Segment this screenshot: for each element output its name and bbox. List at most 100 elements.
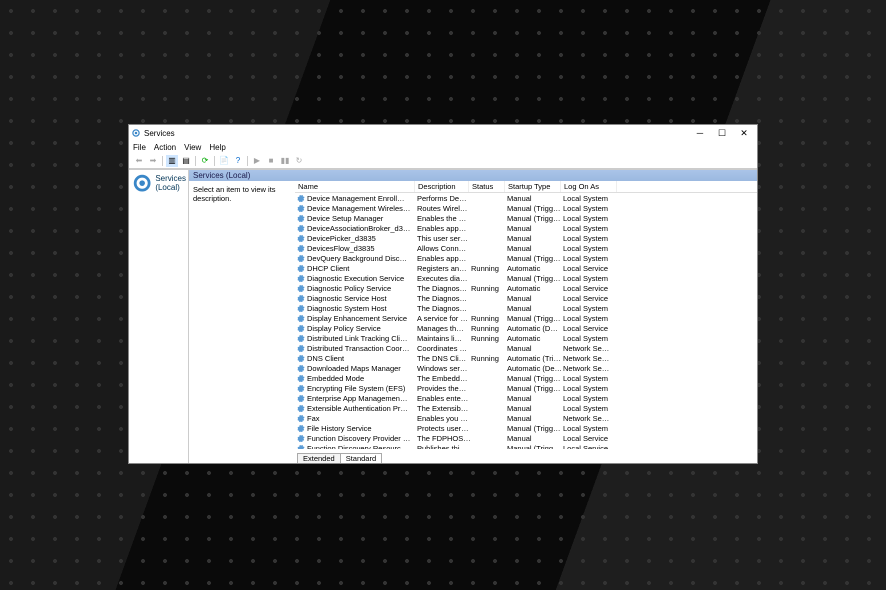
show-hide-tree-button[interactable]: ▥	[166, 155, 178, 167]
service-description: Manages th…	[417, 324, 471, 333]
service-logon: Network Se…	[563, 354, 619, 363]
service-startup: Manual (Trigg…	[507, 254, 563, 263]
service-name: File History Service	[307, 424, 417, 433]
service-logon: Local System	[563, 274, 619, 283]
service-description: Maintains li…	[417, 334, 471, 343]
service-row[interactable]: Device Management Enroll…Performs De…Man…	[295, 193, 757, 203]
service-description: The Diagnos…	[417, 294, 471, 303]
service-startup: Manual (Trigg…	[507, 384, 563, 393]
refresh-button[interactable]: ⟳	[199, 155, 211, 167]
menu-action[interactable]: Action	[154, 143, 176, 152]
toolbar-separator	[162, 156, 163, 166]
service-description: Performs De…	[417, 194, 471, 203]
service-logon: Local Service	[563, 284, 619, 293]
properties-button[interactable]: ▤	[180, 155, 192, 167]
service-row[interactable]: Device Setup ManagerEnables the …Manual …	[295, 213, 757, 223]
gear-icon	[297, 334, 305, 342]
tab-extended[interactable]: Extended	[297, 453, 341, 463]
service-row[interactable]: DHCP ClientRegisters an…RunningAutomatic…	[295, 263, 757, 273]
service-description: The Diagnos…	[417, 284, 471, 293]
gear-icon	[297, 234, 305, 242]
service-startup: Automatic	[507, 264, 563, 273]
service-row[interactable]: Device Management Wireles…Routes Wirel… M…	[295, 203, 757, 213]
service-row[interactable]: Distributed Link Tracking Cli…Maintains …	[295, 333, 757, 343]
service-row[interactable]: Function Discovery Provider …The FDPHOS……	[295, 433, 757, 443]
service-logon: Local System	[563, 394, 619, 403]
gear-icon	[297, 314, 305, 322]
back-button: ⬅	[133, 155, 145, 167]
service-name: Downloaded Maps Manager	[307, 364, 417, 373]
service-row[interactable]: FaxEnables you …ManualNetwork Se…	[295, 413, 757, 423]
tree-root[interactable]: Services (Local)	[131, 172, 186, 194]
gear-icon	[297, 274, 305, 282]
start-service-button: ▶	[251, 155, 263, 167]
service-description: The Embedd…	[417, 374, 471, 383]
service-row[interactable]: Diagnostic Service HostThe Diagnos…Manua…	[295, 293, 757, 303]
service-row[interactable]: Diagnostic Policy ServiceThe Diagnos…Run…	[295, 283, 757, 293]
service-name: Fax	[307, 414, 417, 423]
service-row[interactable]: Diagnostic System HostThe Diagnos…Manual…	[295, 303, 757, 313]
service-status: Running	[471, 334, 507, 343]
menu-file[interactable]: File	[133, 143, 146, 152]
service-startup: Manual (Trigg…	[507, 204, 563, 213]
service-logon: Local System	[563, 424, 619, 433]
service-startup: Manual	[507, 404, 563, 413]
service-row[interactable]: Downloaded Maps ManagerWindows ser…Autom…	[295, 363, 757, 373]
gear-icon	[297, 294, 305, 302]
service-logon: Local Service	[563, 294, 619, 303]
gear-icon	[297, 404, 305, 412]
service-row[interactable]: DevQuery Background Disc…Enables app…Man…	[295, 253, 757, 263]
services-icon	[131, 128, 141, 138]
service-row[interactable]: DevicePicker_d3835This user ser…ManualLo…	[295, 233, 757, 243]
service-name: Display Policy Service	[307, 324, 417, 333]
service-startup: Automatic	[507, 284, 563, 293]
service-row[interactable]: Diagnostic Execution ServiceExecutes dia…	[295, 273, 757, 283]
service-startup: Manual	[507, 244, 563, 253]
export-button[interactable]: 📄	[218, 155, 230, 167]
service-startup: Manual (Trigg…	[507, 214, 563, 223]
help-button[interactable]: ?	[232, 155, 244, 167]
service-row[interactable]: DevicesFlow_d3835Allows Conn…ManualLocal…	[295, 243, 757, 253]
service-row[interactable]: Distributed Transaction Coor…Coordinates…	[295, 343, 757, 353]
service-description: Routes Wirel…	[417, 204, 471, 213]
col-name[interactable]: Name	[295, 181, 415, 192]
service-name: Embedded Mode	[307, 374, 417, 383]
service-row[interactable]: Display Enhancement ServiceA service for…	[295, 313, 757, 323]
service-name: Device Management Wireles…	[307, 204, 417, 213]
service-row[interactable]: DNS ClientThe DNS Cli…RunningAutomatic (…	[295, 353, 757, 363]
menu-help[interactable]: Help	[209, 143, 225, 152]
service-description: Enables you …	[417, 414, 471, 423]
tab-standard[interactable]: Standard	[340, 453, 382, 463]
service-startup: Manual (Trigg…	[507, 424, 563, 433]
service-logon: Local Service	[563, 264, 619, 273]
service-logon: Local System	[563, 254, 619, 263]
service-status: Running	[471, 314, 507, 323]
close-button[interactable]: ✕	[733, 128, 755, 139]
service-startup: Manual (Trigg…	[507, 314, 563, 323]
service-logon: Local System	[563, 334, 619, 343]
service-status: Running	[471, 324, 507, 333]
service-logon: Local System	[563, 224, 619, 233]
service-startup: Manual	[507, 304, 563, 313]
menu-view[interactable]: View	[184, 143, 201, 152]
maximize-button[interactable]: ☐	[711, 128, 733, 139]
service-row[interactable]: Extensible Authentication Pr…The Extensi…	[295, 403, 757, 413]
service-logon: Network Se…	[563, 364, 619, 373]
service-startup: Manual	[507, 224, 563, 233]
service-startup: Manual	[507, 194, 563, 203]
service-row[interactable]: Embedded ModeThe Embedd…Manual (Trigg…Lo…	[295, 373, 757, 383]
col-logon[interactable]: Log On As	[561, 181, 617, 192]
service-row[interactable]: Encrypting File System (EFS)Provides the…	[295, 383, 757, 393]
col-status[interactable]: Status	[469, 181, 505, 192]
col-description[interactable]: Description	[415, 181, 469, 192]
service-row[interactable]: Display Policy ServiceManages th…Running…	[295, 323, 757, 333]
service-row[interactable]: File History ServiceProtects user…Manual…	[295, 423, 757, 433]
service-row[interactable]: DeviceAssociationBroker_d3…Enables app…M…	[295, 223, 757, 233]
minimize-button[interactable]: ─	[689, 128, 711, 138]
service-description: Coordinates …	[417, 344, 471, 353]
service-row[interactable]: Enterprise App Managemen…Enables ente…Ma…	[295, 393, 757, 403]
service-logon: Network Se…	[563, 414, 619, 423]
service-description: This user ser…	[417, 234, 471, 243]
col-startup[interactable]: Startup Type	[505, 181, 561, 192]
body-split: Services (Local) Services (Local) Select…	[129, 169, 757, 463]
